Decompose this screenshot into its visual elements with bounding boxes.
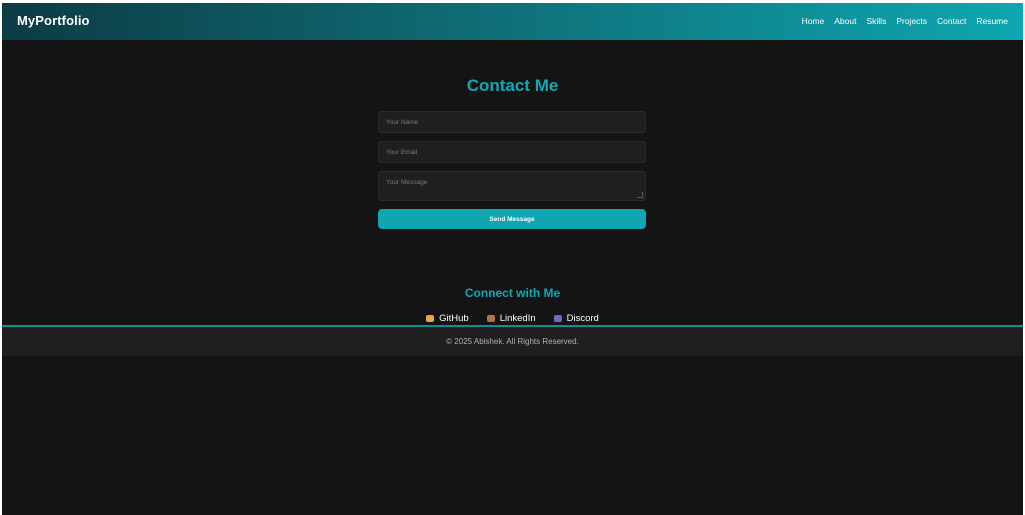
resize-handle[interactable] bbox=[637, 192, 643, 198]
footer: © 2025 Abishek. All Rights Reserved. bbox=[2, 325, 1023, 356]
game-controller-icon bbox=[553, 315, 562, 322]
email-input[interactable]: Your Email bbox=[378, 141, 646, 163]
brand-logo[interactable]: MyPortfolio bbox=[17, 13, 90, 28]
linkedin-label: LinkedIn bbox=[499, 313, 536, 324]
name-input-placeholder: Your Name bbox=[386, 119, 419, 126]
page: MyPortfolio Home About Skills Projects C… bbox=[2, 3, 1023, 515]
nav-link-about[interactable]: About bbox=[834, 16, 856, 26]
message-textarea-placeholder: Your Message bbox=[386, 179, 428, 186]
navbar: MyPortfolio Home About Skills Projects C… bbox=[2, 3, 1023, 40]
connect-heading: Connect with Me bbox=[464, 286, 561, 300]
github-label: GitHub bbox=[439, 313, 469, 324]
discord-link[interactable]: Discord bbox=[553, 313, 599, 324]
send-message-button[interactable]: Send Message bbox=[378, 209, 646, 229]
briefcase-icon bbox=[486, 315, 495, 322]
name-input[interactable]: Your Name bbox=[378, 111, 646, 133]
nav-link-contact[interactable]: Contact bbox=[937, 16, 966, 26]
github-link[interactable]: GitHub bbox=[426, 313, 469, 324]
nav-link-projects[interactable]: Projects bbox=[896, 16, 927, 26]
message-textarea[interactable]: Your Message bbox=[378, 171, 646, 201]
discord-label: Discord bbox=[566, 313, 599, 324]
linkedin-link[interactable]: LinkedIn bbox=[486, 313, 536, 324]
email-input-placeholder: Your Email bbox=[386, 149, 418, 156]
nav-link-home[interactable]: Home bbox=[802, 16, 825, 26]
social-links: GitHub LinkedIn Discord bbox=[2, 313, 1023, 324]
nav-link-resume[interactable]: Resume bbox=[976, 16, 1008, 26]
nav-link-skills[interactable]: Skills bbox=[866, 16, 886, 26]
contact-form: Your Name Your Email Your Message Send M… bbox=[378, 111, 646, 229]
cat-icon bbox=[426, 315, 435, 322]
copyright-text: © 2025 Abishek. All Rights Reserved. bbox=[446, 337, 579, 346]
nav-links: Home About Skills Projects Contact Resum… bbox=[802, 16, 1008, 26]
contact-heading: Contact Me bbox=[466, 76, 559, 95]
